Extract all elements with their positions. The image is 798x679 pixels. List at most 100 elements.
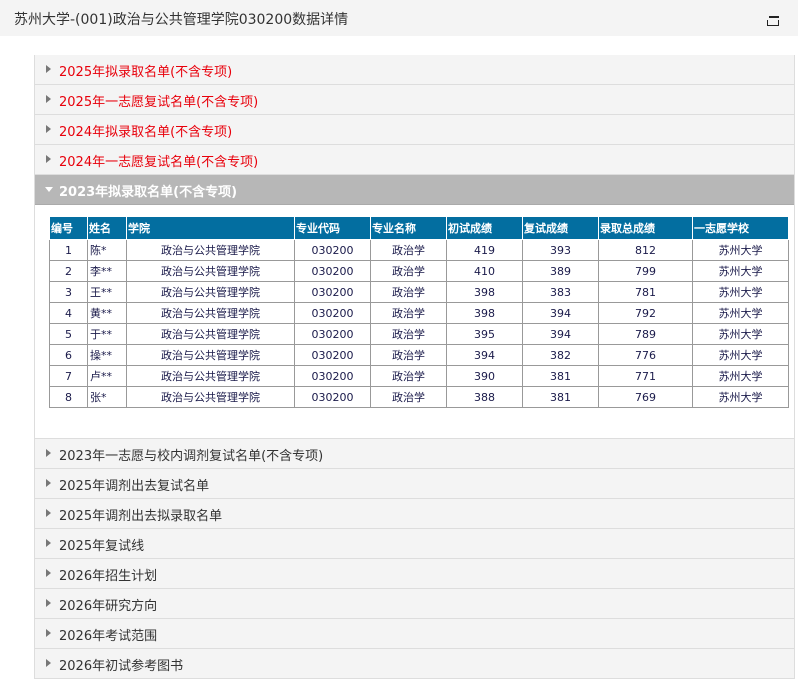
window-collapse-icon[interactable] xyxy=(767,10,783,26)
admission-table: 编号 姓名 学院 专业代码 专业名称 初试成绩 复试成绩 录取总成绩 一志愿学校… xyxy=(49,216,789,408)
accordion-item-label: 2026年研究方向 xyxy=(59,599,158,614)
table-row: 2 李** 政治与公共管理学院 030200 政治学 410 389 799 苏… xyxy=(49,260,789,282)
table-cell: 030200 xyxy=(294,260,371,282)
table-cell: 030200 xyxy=(294,302,371,324)
table-cell: 395 xyxy=(446,323,523,345)
column-header[interactable]: 姓名 xyxy=(87,216,127,240)
accordion-item-2026-reference-books[interactable]: 2026年初试参考图书 xyxy=(35,649,794,679)
accordion-item-label: 2025年拟录取名单(不含专项) xyxy=(59,65,233,80)
table-cell: 381 xyxy=(522,386,599,408)
accordion-item-label: 2025年调剂出去复试名单 xyxy=(59,479,210,494)
column-header[interactable]: 一志愿学校 xyxy=(692,216,789,240)
accordion-item-2023-retest-transfer[interactable]: 2023年一志愿与校内调剂复试名单(不含专项) xyxy=(35,439,794,469)
accordion-item-2026-research-direction[interactable]: 2026年研究方向 xyxy=(35,589,794,619)
table-row: 7 卢** 政治与公共管理学院 030200 政治学 390 381 771 苏… xyxy=(49,365,789,387)
table-cell: 383 xyxy=(522,281,599,303)
triangle-right-icon xyxy=(46,479,51,487)
table-cell: 黄** xyxy=(87,302,127,324)
table-cell: 030200 xyxy=(294,386,371,408)
column-header[interactable]: 初试成绩 xyxy=(446,216,523,240)
table-cell: 1 xyxy=(49,239,88,261)
triangle-right-icon xyxy=(46,65,51,73)
accordion-item-2025-admission[interactable]: 2025年拟录取名单(不含专项) xyxy=(35,55,794,85)
table-row: 4 黄** 政治与公共管理学院 030200 政治学 398 394 792 苏… xyxy=(49,302,789,324)
table-cell: 030200 xyxy=(294,344,371,366)
table-cell: 4 xyxy=(49,302,88,324)
table-header-row: 编号 姓名 学院 专业代码 专业名称 初试成绩 复试成绩 录取总成绩 一志愿学校 xyxy=(49,216,789,240)
table-cell: 苏州大学 xyxy=(692,323,789,345)
accordion-item-2025-transfer-admission[interactable]: 2025年调剂出去拟录取名单 xyxy=(35,499,794,529)
accordion-item-2026-exam-scope[interactable]: 2026年考试范围 xyxy=(35,619,794,649)
table-cell: 769 xyxy=(598,386,693,408)
table-cell: 政治与公共管理学院 xyxy=(126,281,295,303)
table-cell: 398 xyxy=(446,281,523,303)
accordion-item-label: 2025年复试线 xyxy=(59,539,145,554)
triangle-right-icon xyxy=(46,599,51,607)
table-cell: 于** xyxy=(87,323,127,345)
table-cell: 7 xyxy=(49,365,88,387)
triangle-right-icon xyxy=(46,155,51,163)
accordion-item-label: 2025年一志愿复试名单(不含专项) xyxy=(59,95,259,110)
column-header[interactable]: 录取总成绩 xyxy=(598,216,693,240)
table-cell: 政治与公共管理学院 xyxy=(126,365,295,387)
triangle-right-icon xyxy=(46,569,51,577)
triangle-right-icon xyxy=(46,449,51,457)
triangle-right-icon xyxy=(46,125,51,133)
table-cell: 政治与公共管理学院 xyxy=(126,239,295,261)
table-row: 5 于** 政治与公共管理学院 030200 政治学 395 394 789 苏… xyxy=(49,323,789,345)
column-header[interactable]: 编号 xyxy=(49,216,88,240)
table-cell: 王** xyxy=(87,281,127,303)
table-cell: 苏州大学 xyxy=(692,386,789,408)
table-cell: 张* xyxy=(87,386,127,408)
accordion-item-label: 2026年初试参考图书 xyxy=(59,659,184,674)
column-header[interactable]: 复试成绩 xyxy=(522,216,599,240)
table-cell: 812 xyxy=(598,239,693,261)
table-cell: 388 xyxy=(446,386,523,408)
table-cell: 8 xyxy=(49,386,88,408)
triangle-right-icon xyxy=(46,509,51,517)
column-header[interactable]: 学院 xyxy=(126,216,295,240)
accordion-item-label: 2024年拟录取名单(不含专项) xyxy=(59,125,233,140)
table-cell: 776 xyxy=(598,344,693,366)
table-cell: 卢** xyxy=(87,365,127,387)
table-cell: 6 xyxy=(49,344,88,366)
table-cell: 799 xyxy=(598,260,693,282)
table-cell: 苏州大学 xyxy=(692,302,789,324)
table-cell: 5 xyxy=(49,323,88,345)
table-cell: 苏州大学 xyxy=(692,344,789,366)
table-cell: 政治学 xyxy=(370,344,447,366)
accordion-item-2024-retest[interactable]: 2024年一志愿复试名单(不含专项) xyxy=(35,145,794,175)
table-cell: 030200 xyxy=(294,365,371,387)
accordion-item-2025-transfer-retest[interactable]: 2025年调剂出去复试名单 xyxy=(35,469,794,499)
table-row: 8 张* 政治与公共管理学院 030200 政治学 388 381 769 苏州… xyxy=(49,386,789,408)
table-cell: 苏州大学 xyxy=(692,260,789,282)
page-header: 苏州大学-(001)政治与公共管理学院030200数据详情 xyxy=(0,0,798,36)
table-cell: 771 xyxy=(598,365,693,387)
accordion-item-label: 2026年招生计划 xyxy=(59,569,158,584)
table-cell: 政治学 xyxy=(370,302,447,324)
table-cell: 398 xyxy=(446,302,523,324)
table-cell: 政治与公共管理学院 xyxy=(126,260,295,282)
accordion-item-label: 2024年一志愿复试名单(不含专项) xyxy=(59,155,259,170)
table-cell: 陈* xyxy=(87,239,127,261)
table-cell: 381 xyxy=(522,365,599,387)
accordion-item-label: 2023年拟录取名单(不含专项) xyxy=(59,185,238,200)
accordion: 2025年拟录取名单(不含专项) 2025年一志愿复试名单(不含专项) 2024… xyxy=(34,55,795,679)
table-cell: 419 xyxy=(446,239,523,261)
table-cell: 382 xyxy=(522,344,599,366)
accordion-item-2024-admission[interactable]: 2024年拟录取名单(不含专项) xyxy=(35,115,794,145)
triangle-right-icon xyxy=(46,539,51,547)
triangle-down-icon xyxy=(45,187,53,192)
column-header[interactable]: 专业名称 xyxy=(370,216,447,240)
accordion-item-2023-admission[interactable]: 2023年拟录取名单(不含专项) xyxy=(35,175,794,205)
accordion-item-2026-enrollment-plan[interactable]: 2026年招生计划 xyxy=(35,559,794,589)
table-cell: 政治学 xyxy=(370,386,447,408)
accordion-item-2025-retest-line[interactable]: 2025年复试线 xyxy=(35,529,794,559)
table-cell: 030200 xyxy=(294,281,371,303)
table-cell: 3 xyxy=(49,281,88,303)
accordion-item-2025-retest[interactable]: 2025年一志愿复试名单(不含专项) xyxy=(35,85,794,115)
table-row: 3 王** 政治与公共管理学院 030200 政治学 398 383 781 苏… xyxy=(49,281,789,303)
page-title: 苏州大学-(001)政治与公共管理学院030200数据详情 xyxy=(14,12,349,28)
table-row: 6 操** 政治与公共管理学院 030200 政治学 394 382 776 苏… xyxy=(49,344,789,366)
column-header[interactable]: 专业代码 xyxy=(294,216,371,240)
